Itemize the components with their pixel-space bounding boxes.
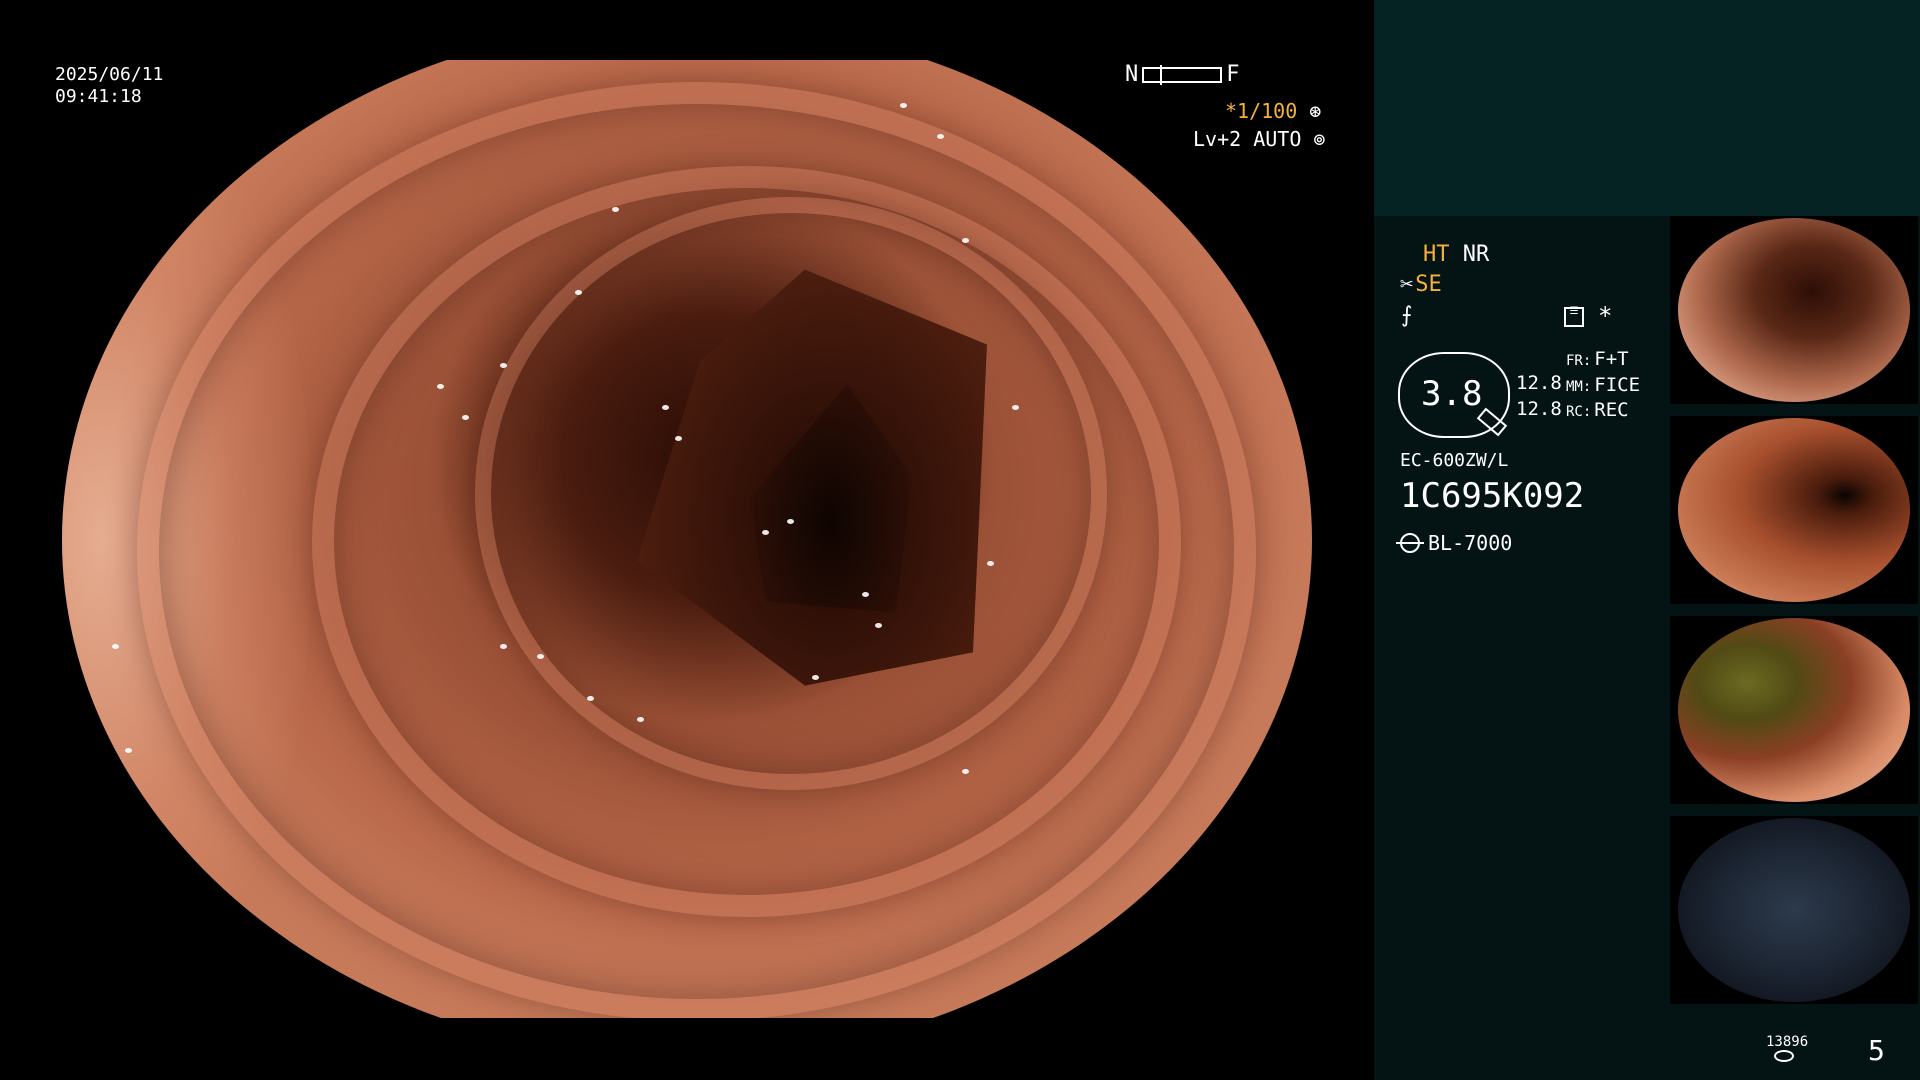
mm-value: FICE (1594, 374, 1641, 396)
date-text: 2025/06/11 (55, 64, 164, 85)
nr-mode: NR (1462, 242, 1490, 267)
endoscope-view-clip (62, 60, 1312, 1018)
enhancement-modes: HT NR (1423, 244, 1489, 266)
fr-key: FR: (1566, 353, 1592, 369)
specular-highlight (112, 644, 119, 649)
thumbnail-image (1678, 818, 1910, 1002)
date-time: 2025/06/11 09:41:18 (55, 64, 163, 108)
specular-highlight (662, 404, 669, 410)
specular-highlight (637, 716, 644, 722)
brightness-level: Lv+2 AUTO ⊚ (1193, 128, 1325, 150)
setting-value-a: 12.8 (1516, 372, 1562, 394)
specular-highlight (762, 529, 769, 535)
zoom-value: 3.8 (1421, 374, 1483, 414)
specular-highlight (962, 768, 969, 774)
focus-bar (1142, 65, 1223, 85)
thumbnail-image (1678, 618, 1910, 802)
scope-serial: 1C695K092 (1400, 476, 1585, 516)
specular-highlight (899, 103, 907, 109)
near-label: N (1125, 62, 1139, 87)
light-source-text: BL-7000 (1428, 531, 1513, 555)
mm-key: MM: (1566, 379, 1592, 395)
se-mode-row: ✂SE (1400, 274, 1442, 296)
rc-value: REC (1594, 399, 1629, 421)
sun-icon (1396, 533, 1424, 553)
specular-highlight (124, 748, 132, 753)
scope-model: EC-600ZW/L (1400, 450, 1509, 471)
shutter-speed: *1/100 ⊛ (1225, 100, 1321, 122)
rc-key: RC: (1566, 404, 1592, 420)
fr-setting: FR: F+T (1566, 348, 1629, 372)
aperture-icon: ⊛ (1309, 99, 1322, 123)
thumbnail-image (1678, 418, 1910, 602)
shutter-text: *1/100 (1225, 99, 1298, 123)
light-source: BL-7000 (1396, 531, 1513, 555)
f-symbol: ⨍ (1401, 303, 1413, 328)
iris-icon: ⊚ (1313, 127, 1326, 151)
specular-highlight (862, 592, 869, 597)
specular-highlight (499, 363, 507, 369)
se-mode: SE (1415, 272, 1442, 297)
info-panel-header (1374, 0, 1920, 216)
level-text: Lv+2 AUTO (1193, 127, 1302, 151)
time-text: 09:41:18 (55, 86, 142, 107)
ht-mode: HT (1423, 242, 1450, 267)
asterisk-mark: * (1598, 302, 1613, 330)
capture-thumbnail[interactable] (1670, 616, 1918, 804)
specular-highlight (987, 560, 994, 566)
endoscope-image (62, 60, 1312, 1018)
specular-highlight (587, 696, 594, 701)
capture-thumbnail[interactable] (1670, 816, 1918, 1004)
thumbnail-image (1678, 218, 1910, 402)
capture-thumbnail[interactable] (1670, 416, 1918, 604)
capture-thumbnail[interactable] (1670, 216, 1918, 404)
specular-highlight (674, 436, 682, 441)
specular-highlight (1012, 404, 1019, 410)
specular-highlight (874, 623, 882, 629)
specular-highlight (437, 384, 444, 389)
menu-icon: ☰ (1564, 307, 1584, 327)
mm-setting: MM: FICE (1566, 374, 1640, 398)
disk-icon (1774, 1050, 1794, 1062)
focus-scale: N F (1125, 64, 1240, 86)
specular-highlight (499, 644, 507, 649)
setting-value-b: 12.8 (1516, 398, 1562, 420)
far-label: F (1226, 62, 1240, 87)
rc-setting: RC: REC (1566, 399, 1629, 423)
fr-value: F+T (1594, 348, 1629, 370)
page-number: 5 (1868, 1034, 1885, 1067)
scissors-icon: ✂ (1400, 272, 1414, 297)
